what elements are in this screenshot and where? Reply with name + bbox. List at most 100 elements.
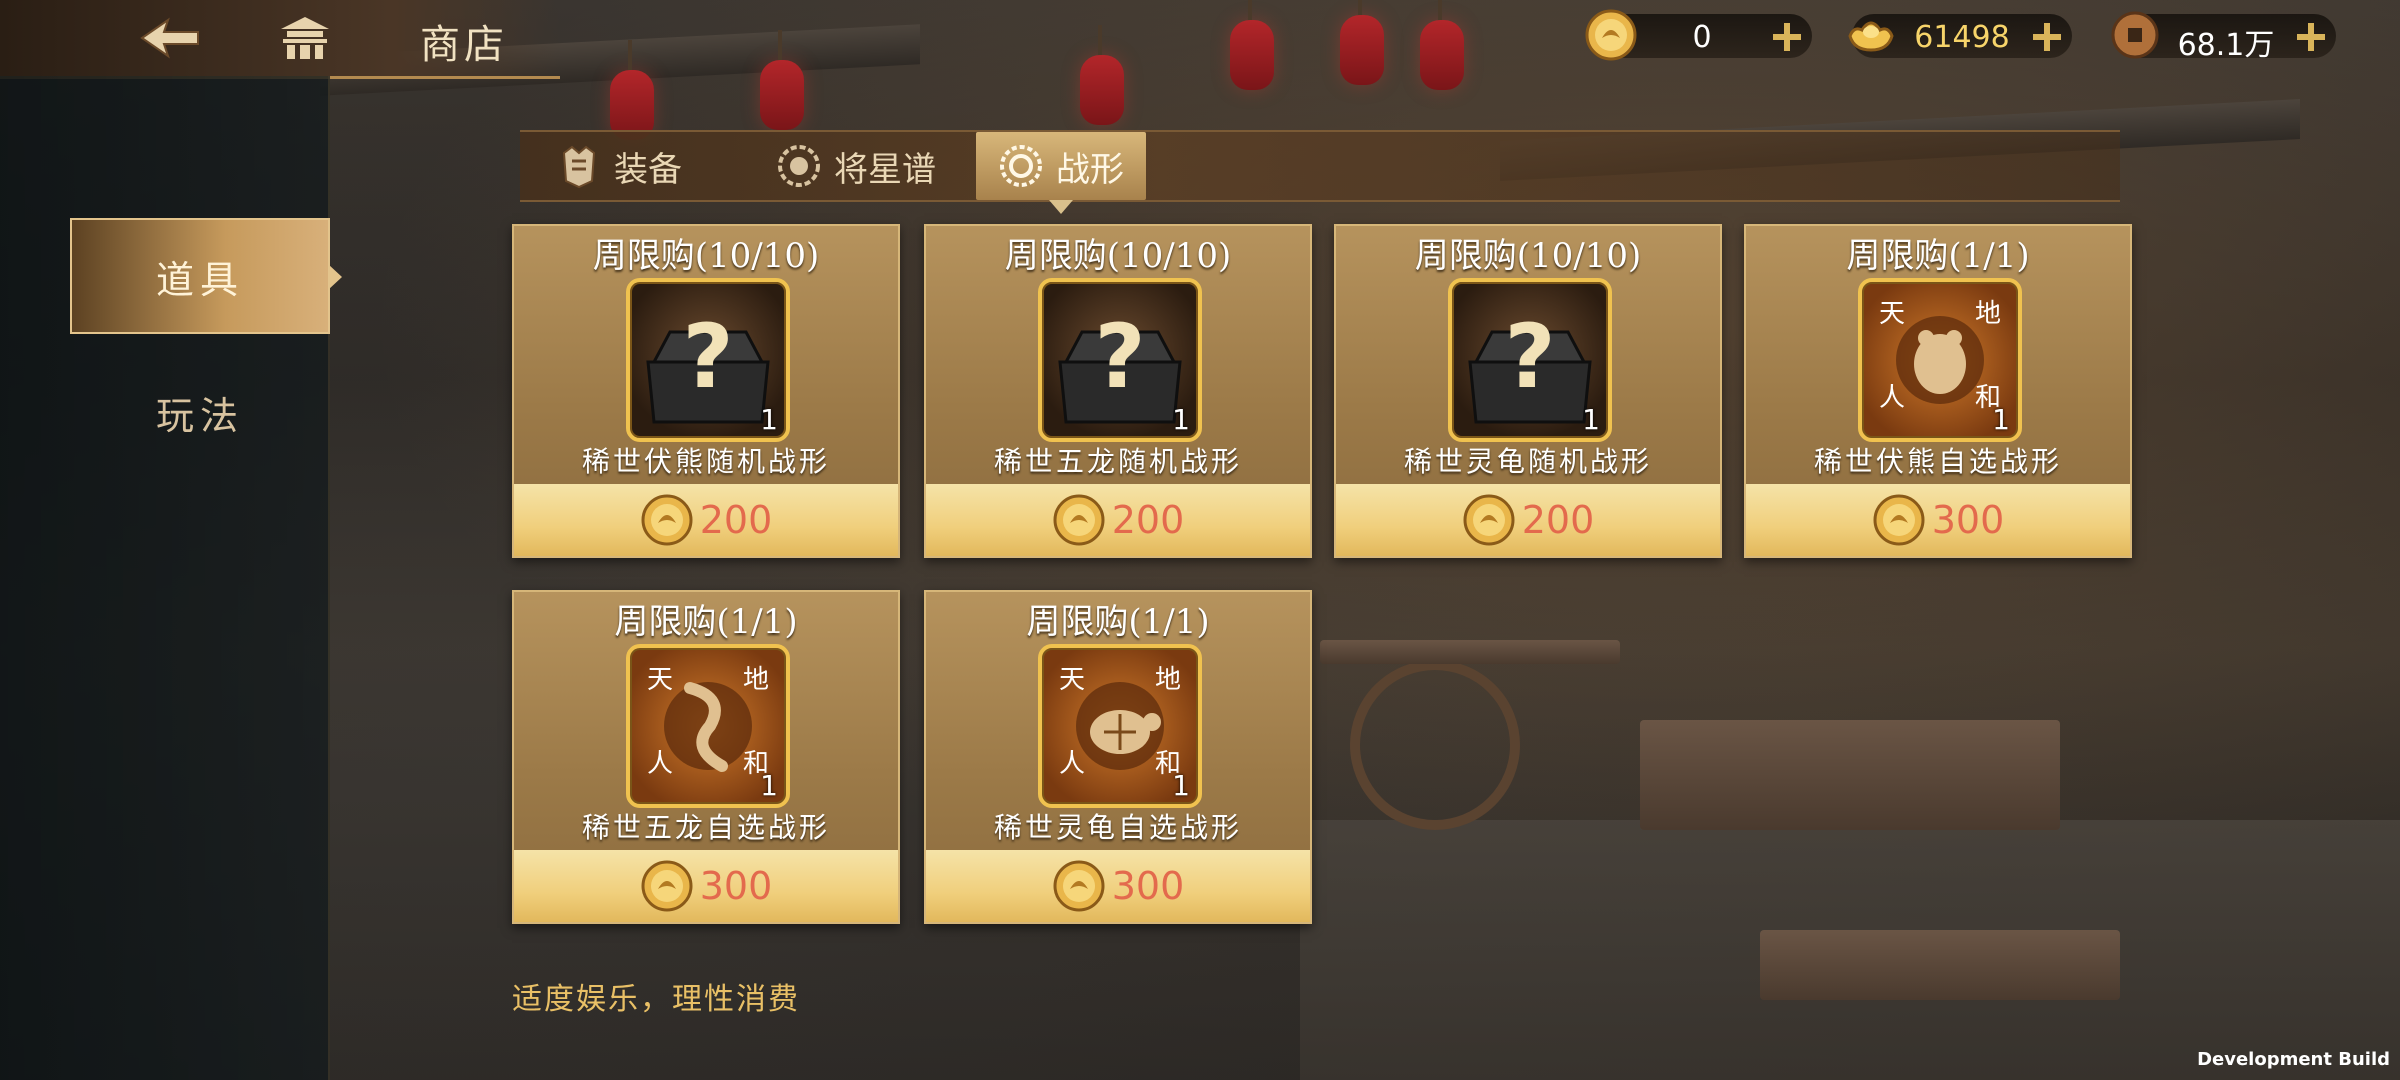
item-icon-frame: 天 地 人 和 1 [1038, 644, 1202, 808]
shop-item-card[interactable]: 周限购(1/1) 天 地 人 和 1 稀世伏熊自选战形 300 [1744, 224, 2132, 558]
item-name: 稀世灵龟随机战形 [1403, 445, 1652, 478]
formation-emblem-icon [1000, 145, 1042, 187]
seal-char: 人 [1879, 383, 1905, 413]
add-gold-coin-button[interactable] [1768, 18, 1806, 56]
sidebar-item-gameplay[interactable]: 玩法 [70, 354, 330, 470]
dev-build-label: Development Build [2197, 1049, 2390, 1070]
category-sidebar: 道具 玩法 [0, 76, 342, 1080]
back-button[interactable] [130, 10, 210, 66]
purchase-limit: 周限购(10/10) [1004, 236, 1232, 276]
seal-char: 地 [1155, 665, 1181, 695]
price-button[interactable]: 200 [1336, 484, 1720, 556]
item-icon-frame: ? 1 [1038, 278, 1202, 442]
table-decoration [1760, 930, 2120, 1000]
svg-text:?: ? [682, 305, 733, 408]
item-icon-frame: ? 1 [626, 278, 790, 442]
price-value: 300 [1931, 498, 2005, 542]
price-value: 300 [699, 864, 773, 908]
currency-value: 61498 [1914, 20, 2010, 55]
gold-coin-icon [641, 860, 693, 912]
star-chart-icon [778, 145, 820, 187]
svg-text:?: ? [1504, 305, 1555, 408]
purchase-limit: 周限购(10/10) [592, 236, 820, 276]
gold-coin-icon [1463, 494, 1515, 546]
price-value: 200 [699, 498, 773, 542]
price-value: 300 [1111, 864, 1185, 908]
seal-char: 地 [1975, 299, 2001, 329]
plus-icon [2033, 23, 2061, 51]
seal-char: 人 [647, 749, 673, 779]
back-arrow-icon [140, 17, 199, 59]
header-panel: 商店 [0, 0, 560, 79]
palace-home-icon [281, 17, 329, 59]
shop-item-card[interactable]: 周限购(10/10) ? 1 稀世伏熊随机战形 200 [512, 224, 900, 558]
item-count: 1 [1172, 403, 1190, 436]
price-value: 200 [1111, 498, 1185, 542]
tab-bar: 装备 将星谱 战形 [520, 130, 2120, 214]
seal-char: 天 [1879, 299, 1905, 329]
item-name: 稀世五龙自选战形 [581, 811, 830, 844]
item-count: 1 [1992, 403, 2010, 436]
shop-item-card[interactable]: 周限购(10/10) ? 1 稀世灵龟随机战形 200 [1334, 224, 1722, 558]
home-button[interactable] [270, 10, 340, 66]
add-gold-ingot-button[interactable] [2028, 18, 2066, 56]
tab-formation[interactable]: 战形 [976, 132, 1146, 214]
item-icon-frame: 天 地 人 和 1 [626, 644, 790, 808]
shop-item-card[interactable]: 周限购(10/10) ? 1 稀世五龙随机战形 200 [924, 224, 1312, 558]
price-value: 200 [1521, 498, 1595, 542]
page-title: 商店 [420, 22, 508, 68]
seal-char: 人 [1059, 749, 1085, 779]
table-decoration [1320, 640, 1620, 664]
price-button[interactable]: 300 [1746, 484, 2130, 556]
purchase-limit: 周限购(10/10) [1414, 236, 1642, 276]
item-count: 1 [1172, 769, 1190, 802]
currency-copper-coin: 68.1万 [2111, 11, 2336, 63]
sidebar-item-items[interactable]: 道具 [70, 218, 342, 334]
gold-coin-icon [1585, 9, 1637, 61]
item-name: 稀世五龙随机战形 [993, 445, 1242, 478]
price-button[interactable]: 300 [926, 850, 1310, 922]
cart-wheel-decoration [1350, 660, 1520, 830]
top-bar: 商店 0 61498 68.1万 [0, 0, 2400, 79]
purchase-limit: 周限购(1/1) [1846, 236, 2030, 276]
plus-icon [1773, 23, 1801, 51]
currency-gold-coin: 0 [1585, 9, 1812, 61]
shop-item-card[interactable]: 周限购(1/1) 天 地 人 和 1 稀世五龙自选战形 300 [512, 590, 900, 924]
currency-value: 68.1万 [2177, 28, 2275, 63]
seal-char: 天 [647, 665, 673, 695]
shop-item-card[interactable]: 周限购(1/1) 天 地 人 和 1 稀世灵龟自选战形 300 [924, 590, 1312, 924]
item-name: 稀世伏熊随机战形 [581, 445, 830, 478]
armor-icon [562, 145, 596, 189]
price-button[interactable]: 300 [514, 850, 898, 922]
tab-general-star-chart[interactable]: 将星谱 [776, 132, 936, 200]
gold-coin-icon [641, 494, 693, 546]
table-decoration [1640, 720, 2060, 830]
sidebar-item-label: 玩法 [155, 393, 244, 438]
price-button[interactable]: 200 [926, 484, 1310, 556]
item-name: 稀世灵龟自选战形 [993, 811, 1242, 844]
tab-label: 装备 [614, 149, 682, 190]
svg-text:?: ? [1094, 305, 1145, 408]
item-count: 1 [1582, 403, 1600, 436]
moderation-notice: 适度娱乐，理性消费 [512, 982, 800, 1017]
tab-equipment[interactable]: 装备 [556, 132, 682, 200]
purchase-limit: 周限购(1/1) [1026, 602, 1210, 642]
price-button[interactable]: 200 [514, 484, 898, 556]
gold-ingot-icon [1848, 21, 1894, 52]
floor-decoration [1300, 820, 2400, 1080]
add-copper-coin-button[interactable] [2292, 18, 2330, 56]
item-icon-frame: ? 1 [1448, 278, 1612, 442]
currency-value: 0 [1692, 20, 1712, 55]
copper-coin-icon [2111, 11, 2159, 59]
seal-char: 地 [743, 665, 769, 695]
purchase-limit: 周限购(1/1) [614, 602, 798, 642]
plus-icon [2297, 23, 2325, 51]
tab-label: 战形 [1056, 149, 1124, 190]
gold-coin-icon [1053, 494, 1105, 546]
item-icon-frame: 天 地 人 和 1 [1858, 278, 2022, 442]
item-name: 稀世伏熊自选战形 [1813, 445, 2062, 478]
tab-label: 将星谱 [834, 149, 936, 190]
currency-gold-ingot: 61498 [1848, 14, 2072, 58]
item-count: 1 [760, 769, 778, 802]
item-count: 1 [760, 403, 778, 436]
